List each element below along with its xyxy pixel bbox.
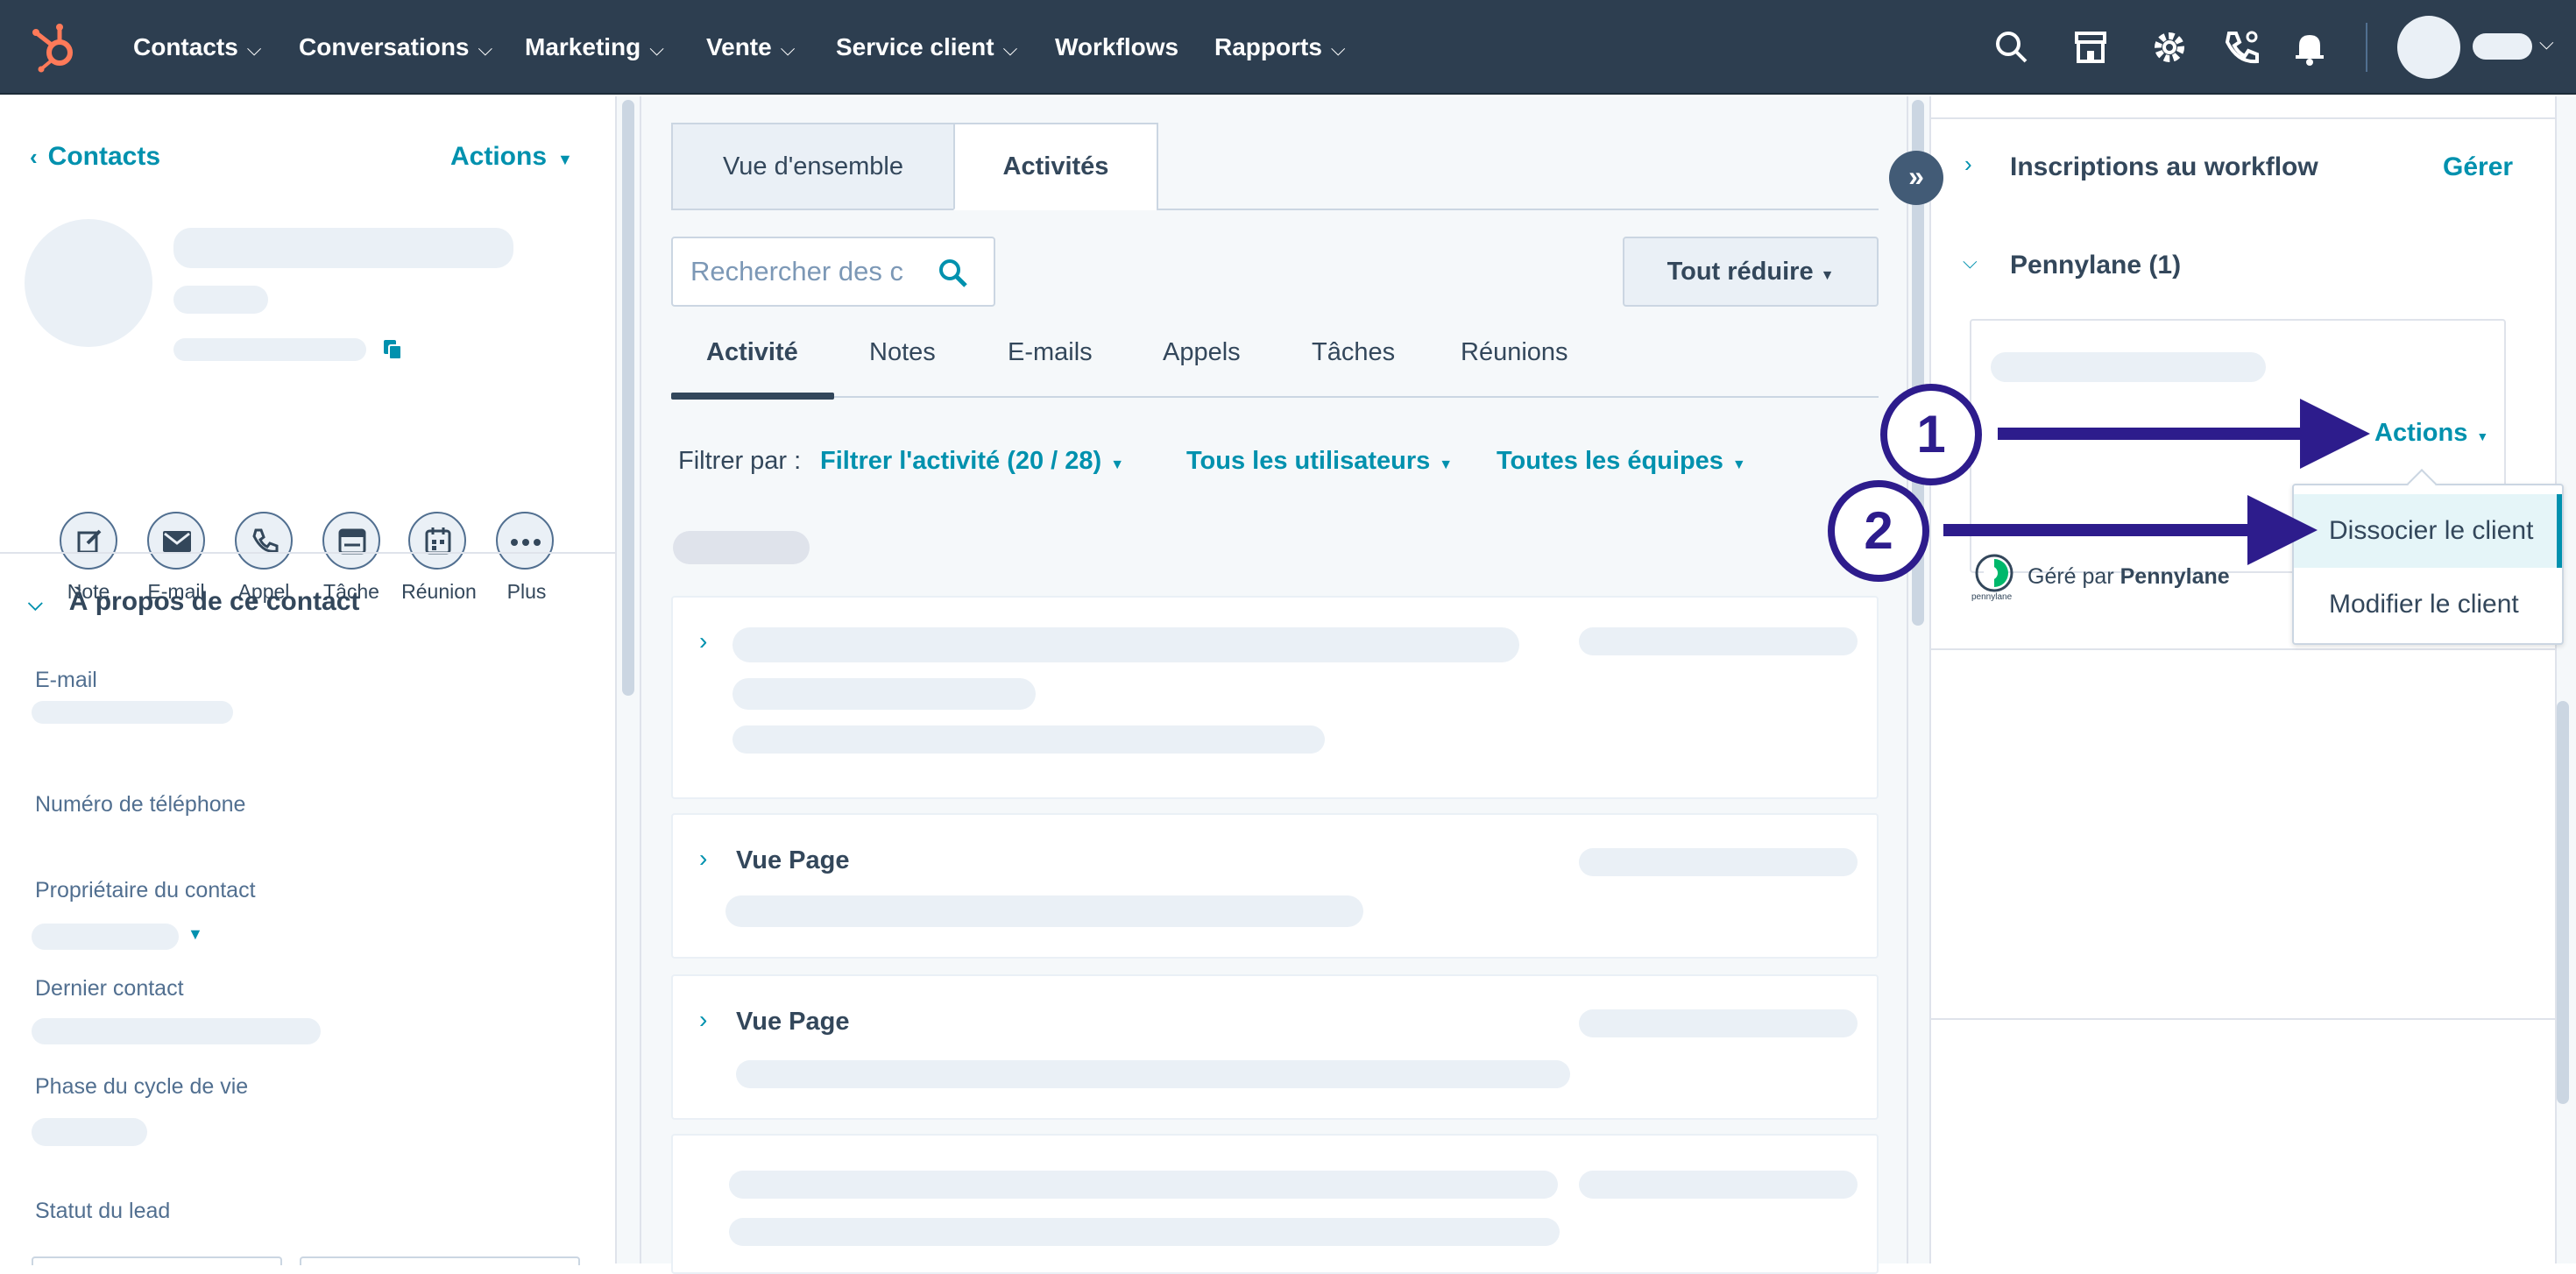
callout-step-1: 1 <box>1880 384 1982 485</box>
annotation-arrows <box>1943 399 2370 565</box>
arrow-2-head <box>2247 495 2318 565</box>
callout-step-2: 2 <box>1828 480 1929 582</box>
arrow-1-head <box>2300 399 2370 469</box>
